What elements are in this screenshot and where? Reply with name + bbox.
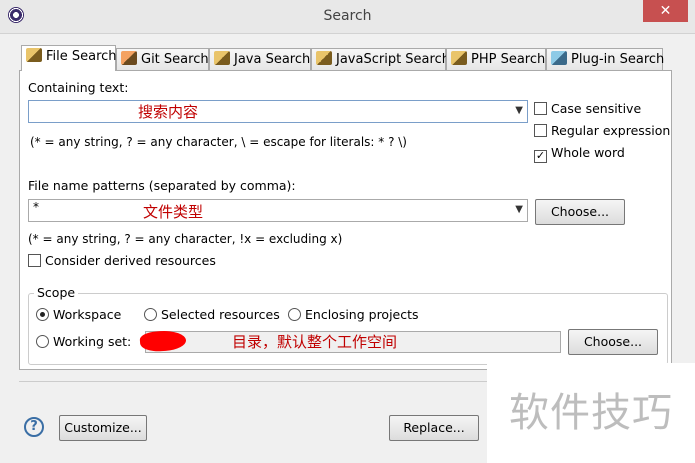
scope-title: Scope xyxy=(34,285,79,300)
workspace-option[interactable]: Workspace xyxy=(36,307,121,322)
javascript-search-icon xyxy=(316,51,332,65)
whole-word-option[interactable]: ✓ Whole word xyxy=(534,145,625,163)
working-set-option[interactable]: Working set: xyxy=(36,334,131,349)
case-sensitive-checkbox[interactable] xyxy=(534,102,547,115)
file-patterns-choose-button[interactable]: Choose... xyxy=(535,199,625,225)
containing-text-hint: (* = any string, ? = any character, \ = … xyxy=(30,135,407,149)
containing-text-combo[interactable]: ▼ xyxy=(28,100,528,123)
watermark-text: 软件技巧 xyxy=(509,390,673,436)
consider-derived-checkbox[interactable] xyxy=(28,254,41,267)
tab-php-search[interactable]: PHP Search xyxy=(446,48,546,70)
tab-git-search[interactable]: Git Search xyxy=(116,48,209,70)
case-sensitive-option[interactable]: Case sensitive xyxy=(534,101,641,116)
annotation-file-type: 文件类型 xyxy=(143,203,204,221)
file-search-icon xyxy=(26,48,42,62)
footer-separator xyxy=(19,381,489,382)
chevron-down-icon[interactable]: ▼ xyxy=(515,105,523,116)
regular-expression-option[interactable]: Regular expression xyxy=(534,123,670,138)
close-button[interactable]: ✕ xyxy=(643,0,688,22)
tab-javascript-search[interactable]: JavaScript Search xyxy=(311,48,450,70)
file-patterns-value: * xyxy=(33,200,39,214)
git-search-icon xyxy=(121,51,137,65)
enclosing-projects-radio[interactable] xyxy=(288,308,301,321)
enclosing-projects-option[interactable]: Enclosing projects xyxy=(288,307,419,322)
consider-derived-option[interactable]: Consider derived resources xyxy=(28,253,216,268)
annotation-search-content: 搜索内容 xyxy=(138,103,199,121)
plugin-search-icon xyxy=(551,51,567,65)
tab-file-search[interactable]: File Search xyxy=(21,45,117,71)
replace-button[interactable]: Replace... xyxy=(389,415,479,441)
tab-java-search[interactable]: Java Search xyxy=(209,48,311,70)
tab-plugin-search[interactable]: Plug-in Search xyxy=(546,48,664,70)
chevron-down-icon[interactable]: ▼ xyxy=(515,204,523,215)
working-set-choose-button[interactable]: Choose... xyxy=(568,329,658,355)
selected-resources-radio[interactable] xyxy=(144,308,157,321)
java-search-icon xyxy=(214,51,230,65)
window-title: Search xyxy=(323,8,372,24)
php-search-icon xyxy=(451,51,467,65)
help-icon[interactable]: ? xyxy=(24,417,44,437)
annotation-directory: 目录，默认整个工作空间 xyxy=(232,333,398,351)
customize-button[interactable]: Customize... xyxy=(59,415,147,441)
file-patterns-combo[interactable]: * ▼ xyxy=(28,199,528,222)
file-patterns-label: File name patterns (separated by comma): xyxy=(28,178,296,193)
containing-text-label: Containing text: xyxy=(28,80,129,95)
workspace-radio[interactable] xyxy=(36,308,49,321)
selected-resources-option[interactable]: Selected resources xyxy=(144,307,280,322)
file-patterns-hint: (* = any string, ? = any character, !x =… xyxy=(28,232,343,246)
regular-expression-checkbox[interactable] xyxy=(534,124,547,137)
working-set-radio[interactable] xyxy=(36,335,49,348)
whole-word-checkbox[interactable]: ✓ xyxy=(534,150,547,163)
